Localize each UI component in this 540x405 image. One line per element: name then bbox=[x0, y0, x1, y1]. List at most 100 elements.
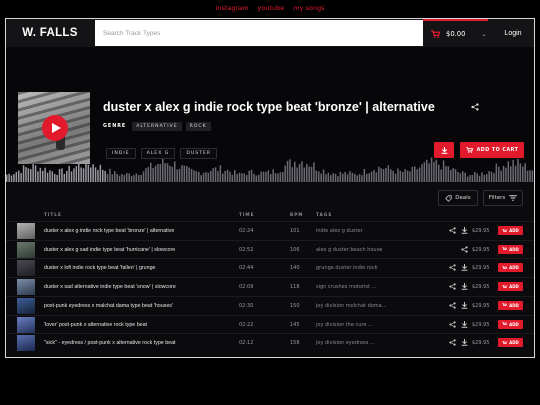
add-to-cart-label: ADD TO CART bbox=[476, 147, 519, 153]
deals-button[interactable]: Deals bbox=[438, 190, 478, 206]
add-button[interactable]: ADD bbox=[498, 226, 523, 235]
track-title[interactable]: duster x sad alternative indie type beat… bbox=[44, 284, 176, 290]
share-icon[interactable] bbox=[471, 103, 479, 111]
youtube-link[interactable]: youtube bbox=[257, 4, 284, 17]
track-time: 02:52 bbox=[239, 246, 254, 253]
share-icon[interactable] bbox=[449, 264, 456, 272]
track-tags[interactable]: joy division molchat doma... bbox=[316, 303, 387, 309]
genre-chip[interactable]: ROCK bbox=[185, 122, 211, 131]
col-time: TIME bbox=[239, 212, 255, 217]
add-label: ADD bbox=[509, 265, 519, 271]
track-list: Deals Filters TITLE TIME BPM TAGS duster… bbox=[6, 182, 534, 357]
track-title[interactable]: post-punk eyedress x malchat dama type b… bbox=[44, 303, 173, 309]
track-thumbnail[interactable] bbox=[17, 279, 35, 296]
share-icon[interactable] bbox=[449, 227, 456, 234]
track-thumbnail[interactable] bbox=[17, 260, 35, 277]
track-bpm: 158 bbox=[290, 340, 300, 347]
track-title[interactable]: duster x alex g sad indie type beat 'hur… bbox=[44, 247, 175, 253]
track-thumbnail[interactable] bbox=[17, 223, 35, 239]
download-icon[interactable] bbox=[461, 227, 468, 234]
share-icon[interactable] bbox=[449, 283, 456, 290]
track-thumbnail[interactable] bbox=[17, 297, 35, 314]
cart-total: $0.00 bbox=[446, 30, 466, 38]
download-icon[interactable] bbox=[461, 264, 468, 272]
track-tags[interactable]: joy division eyedress ... bbox=[316, 340, 375, 346]
track-title[interactable]: "sick" - eyedress / post-punk x alternat… bbox=[44, 340, 176, 346]
track-tags[interactable]: joy division the cure ... bbox=[316, 322, 373, 328]
table-row[interactable]: post-punk eyedress x malchat dama type b… bbox=[6, 295, 534, 314]
add-label: ADD bbox=[509, 302, 519, 308]
share-icon[interactable] bbox=[449, 320, 456, 328]
track-bpm: 150 bbox=[290, 302, 300, 309]
genre-chip[interactable]: ALTERNATIVE bbox=[132, 122, 182, 131]
share-icon[interactable] bbox=[449, 339, 456, 346]
track-time: 02:22 bbox=[239, 321, 254, 328]
track-tags[interactable]: indie alex g duster bbox=[316, 228, 363, 234]
add-button[interactable]: ADD bbox=[498, 300, 523, 310]
table-row[interactable]: duster x alex g indie rock type beat 'br… bbox=[6, 221, 534, 239]
play-icon bbox=[51, 123, 61, 133]
track-tags[interactable]: grunge duster indie rock bbox=[316, 265, 377, 271]
download-icon[interactable] bbox=[461, 283, 468, 290]
track-price: $29.95 bbox=[472, 321, 490, 328]
col-tags: TAGS bbox=[316, 212, 333, 217]
tag-chip[interactable]: INDIE bbox=[106, 148, 136, 159]
instagram-link[interactable]: instagram bbox=[216, 4, 249, 17]
track-bpm: 145 bbox=[290, 321, 300, 328]
track-title[interactable]: duster x lofi indie rock type beat 'fall… bbox=[44, 265, 155, 271]
share-icon[interactable] bbox=[461, 246, 468, 253]
download-icon[interactable] bbox=[461, 339, 468, 346]
my-songs-link[interactable]: my songs bbox=[293, 4, 324, 17]
tag-chip[interactable]: ALEX G bbox=[140, 148, 176, 159]
track-title[interactable]: duster x alex g indie rock type beat 'br… bbox=[44, 228, 174, 234]
table-row[interactable]: "sick" - eyedress / post-punk x alternat… bbox=[6, 333, 534, 352]
share-icon[interactable] bbox=[449, 302, 456, 309]
featured-track: duster x alex g indie rock type beat 'br… bbox=[6, 47, 534, 182]
cart-icon bbox=[465, 147, 473, 153]
add-label: ADD bbox=[509, 228, 519, 233]
cart-icon bbox=[502, 247, 508, 251]
track-thumbnail[interactable] bbox=[17, 316, 35, 333]
deals-label: Deals bbox=[455, 195, 471, 201]
add-to-cart-button[interactable]: ADD TO CART bbox=[460, 142, 524, 158]
track-price: $29.95 bbox=[472, 265, 490, 272]
download-icon[interactable] bbox=[461, 301, 468, 309]
track-price: $29.95 bbox=[472, 302, 490, 309]
track-bpm: 118 bbox=[290, 284, 300, 291]
add-button[interactable]: ADD bbox=[498, 263, 523, 273]
download-icon[interactable] bbox=[461, 320, 468, 328]
download-button[interactable] bbox=[434, 142, 454, 158]
table-row[interactable]: 'lover' post-punk x alternative rock typ… bbox=[6, 314, 534, 333]
cart-button[interactable]: $0.00 ⌄ bbox=[423, 19, 488, 47]
table-row[interactable]: duster x sad alternative indie type beat… bbox=[6, 277, 534, 296]
cart-icon bbox=[502, 322, 508, 326]
play-button[interactable] bbox=[42, 115, 68, 141]
cart-icon bbox=[502, 284, 508, 288]
track-price: $29.95 bbox=[472, 340, 490, 347]
filters-button[interactable]: Filters bbox=[483, 190, 523, 206]
add-button[interactable]: ADD bbox=[498, 244, 523, 254]
genre-row: GENRE ALTERNATIVE ROCK bbox=[103, 122, 211, 131]
track-tags[interactable]: alex g duster beach house bbox=[316, 247, 382, 253]
track-price: $29.95 bbox=[472, 246, 490, 253]
track-title[interactable]: 'lover' post-punk x alternative rock typ… bbox=[44, 322, 147, 328]
table-row[interactable]: duster x lofi indie rock type beat 'fall… bbox=[6, 258, 534, 277]
login-button[interactable]: Login bbox=[492, 19, 534, 47]
add-button[interactable]: ADD bbox=[498, 338, 523, 348]
tag-icon bbox=[445, 194, 452, 202]
store-frame: W. FALLS $0.00 ⌄ Login duster x alex g i… bbox=[5, 18, 535, 358]
track-title: duster x alex g indie rock type beat 'br… bbox=[103, 100, 435, 114]
track-thumbnail[interactable] bbox=[17, 335, 35, 352]
add-button[interactable]: ADD bbox=[498, 282, 523, 292]
cart-icon bbox=[502, 228, 508, 232]
logo[interactable]: W. FALLS bbox=[6, 27, 94, 39]
chevron-down-icon: ⌄ bbox=[481, 30, 487, 38]
table-row[interactable]: duster x alex g sad indie type beat 'hur… bbox=[6, 239, 534, 258]
tag-chip[interactable]: DUSTER bbox=[180, 148, 218, 159]
cart-icon bbox=[502, 265, 508, 269]
genre-label: GENRE bbox=[103, 124, 127, 129]
add-button[interactable]: ADD bbox=[498, 319, 523, 329]
search-input[interactable] bbox=[103, 29, 423, 37]
track-thumbnail[interactable] bbox=[17, 241, 35, 258]
track-tags[interactable]: sign crushes motorist ... bbox=[316, 284, 376, 290]
